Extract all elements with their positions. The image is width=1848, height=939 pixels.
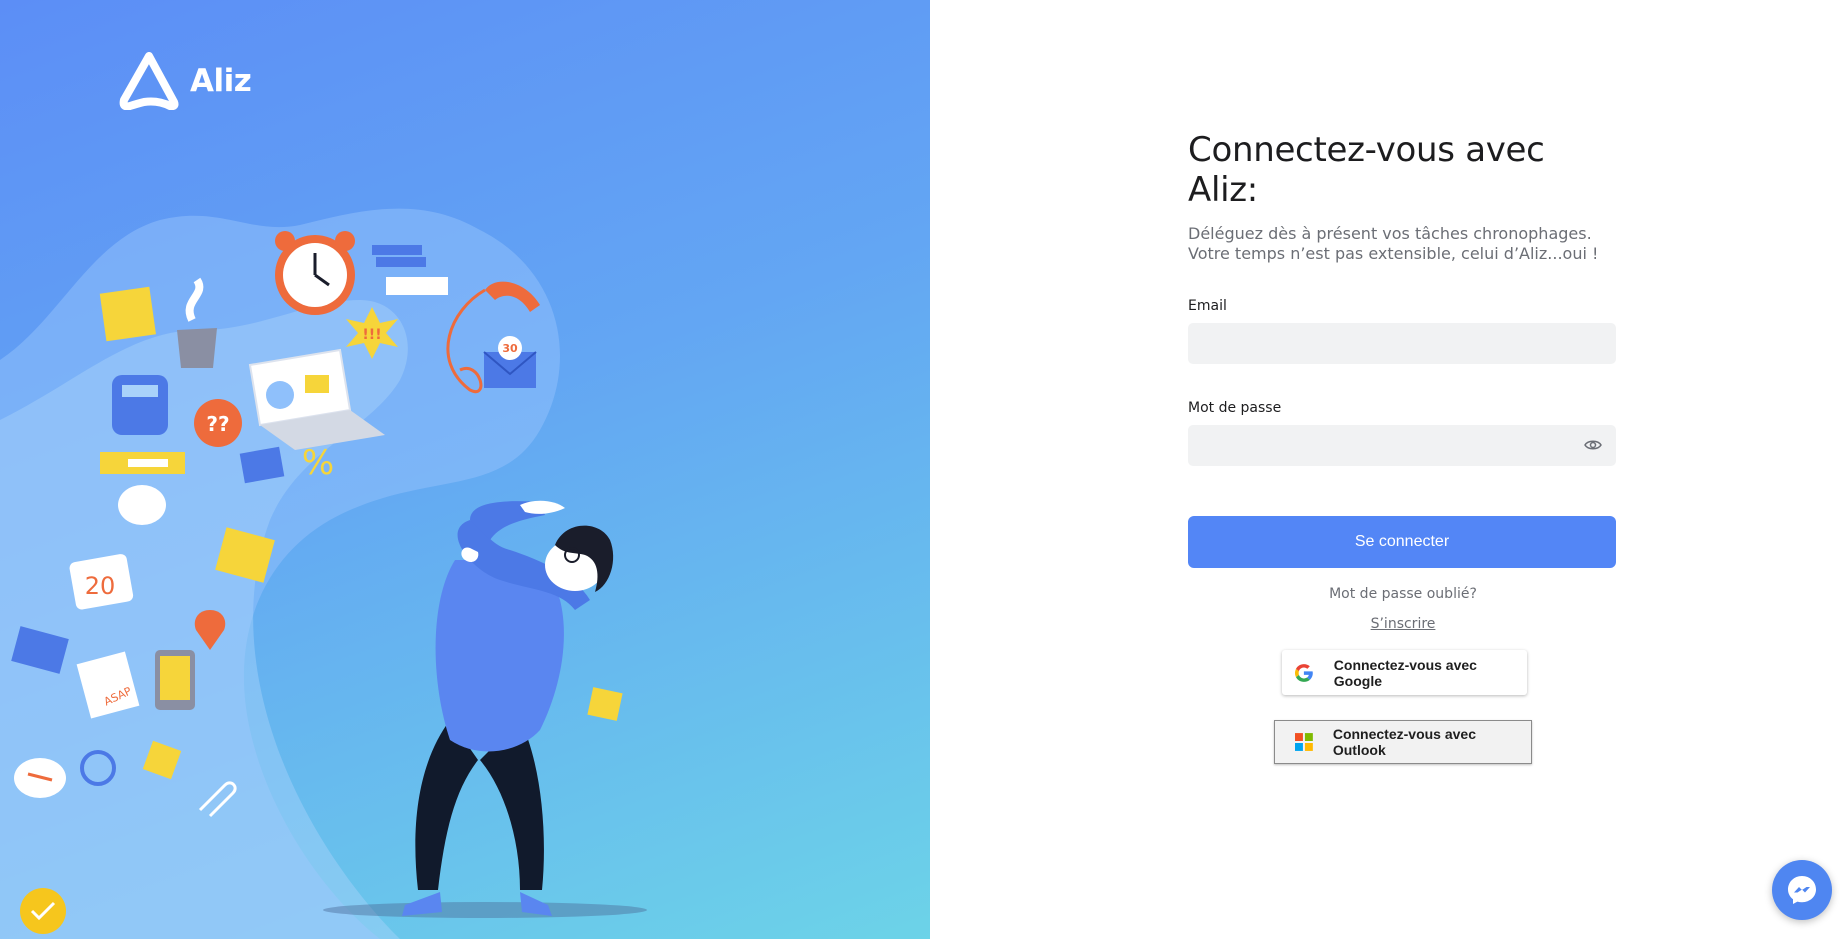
login-form: Connectez-vous avec Aliz: Déléguez dès à… [1188, 130, 1618, 632]
svg-text:!!!: !!! [362, 327, 381, 343]
google-signin-button[interactable]: Connectez-vous avec Google [1282, 650, 1527, 695]
email-field[interactable] [1188, 323, 1616, 364]
hero-panel: Aliz 30 !!! ?? % 20 ASAP [0, 0, 930, 939]
map-pin [194, 610, 226, 650]
login-title: Connectez-vous avec Aliz: [1188, 130, 1545, 210]
speech-bubble-pink [14, 758, 66, 798]
sticky-note-small-left [142, 740, 182, 780]
login-subtitle: Déléguez dès à présent vos tâches chrono… [1188, 224, 1599, 263]
books-stack [372, 245, 448, 295]
eye-icon[interactable] [1584, 438, 1602, 452]
tablet [155, 650, 195, 710]
email-field-wrapper [1188, 323, 1616, 364]
paperclip [198, 781, 237, 818]
svg-text:%: % [302, 443, 334, 483]
forgot-password-link[interactable]: Mot de passe oublié? [1188, 586, 1618, 602]
man-left-shoe [402, 892, 442, 916]
sticky-note-yellow [99, 286, 156, 342]
alarm-clock [275, 231, 355, 315]
svg-text:30: 30 [502, 342, 518, 355]
messenger-icon[interactable] [1772, 860, 1832, 920]
calendar-20: 20 [69, 554, 134, 610]
sticky-note-small [587, 687, 623, 721]
hero-illustration: 30 !!! ?? % 20 ASAP [11, 231, 647, 918]
password-field[interactable] [1188, 425, 1616, 466]
mail-envelope [239, 446, 285, 484]
question-bubble: ?? [194, 399, 242, 447]
ticket [100, 452, 185, 474]
envelope-30: 30 [483, 336, 537, 388]
floor-shadow [323, 902, 647, 918]
google-icon [1294, 663, 1313, 682]
google-signin-label: Connectez-vous avec Google [1333, 656, 1477, 689]
outlook-signin-button[interactable]: Connectez-vous avec Outlook [1274, 720, 1532, 764]
password-field-wrapper [1188, 425, 1616, 466]
sticky-note-right [215, 527, 275, 583]
percent-sign: % [302, 443, 334, 483]
svg-text:20: 20 [85, 572, 116, 600]
asap-note: ASAP [76, 651, 140, 719]
at-sign [80, 750, 116, 786]
login-button[interactable]: Se connecter [1188, 516, 1616, 568]
password-label: Mot de passe [1188, 400, 1282, 416]
man-hand-top [520, 500, 565, 514]
calculator [112, 375, 168, 435]
svg-text:??: ?? [206, 412, 229, 436]
signup-link[interactable]: S’inscrire [1188, 616, 1618, 632]
laptop [248, 348, 385, 450]
chat-bubble-blue [118, 485, 166, 525]
coffee-cup [177, 277, 217, 368]
microsoft-icon [1295, 733, 1313, 751]
alert-burst: !!! [346, 307, 398, 359]
outlook-signin-label: Connectez-vous avec Outlook [1332, 726, 1477, 758]
login-page: Aliz 30 !!! ?? % 20 ASAP Connectez-vous … [0, 0, 1848, 939]
checkmark-badge-icon[interactable] [20, 888, 66, 934]
email-label: Email [1188, 298, 1227, 314]
envelope-left [11, 626, 69, 674]
